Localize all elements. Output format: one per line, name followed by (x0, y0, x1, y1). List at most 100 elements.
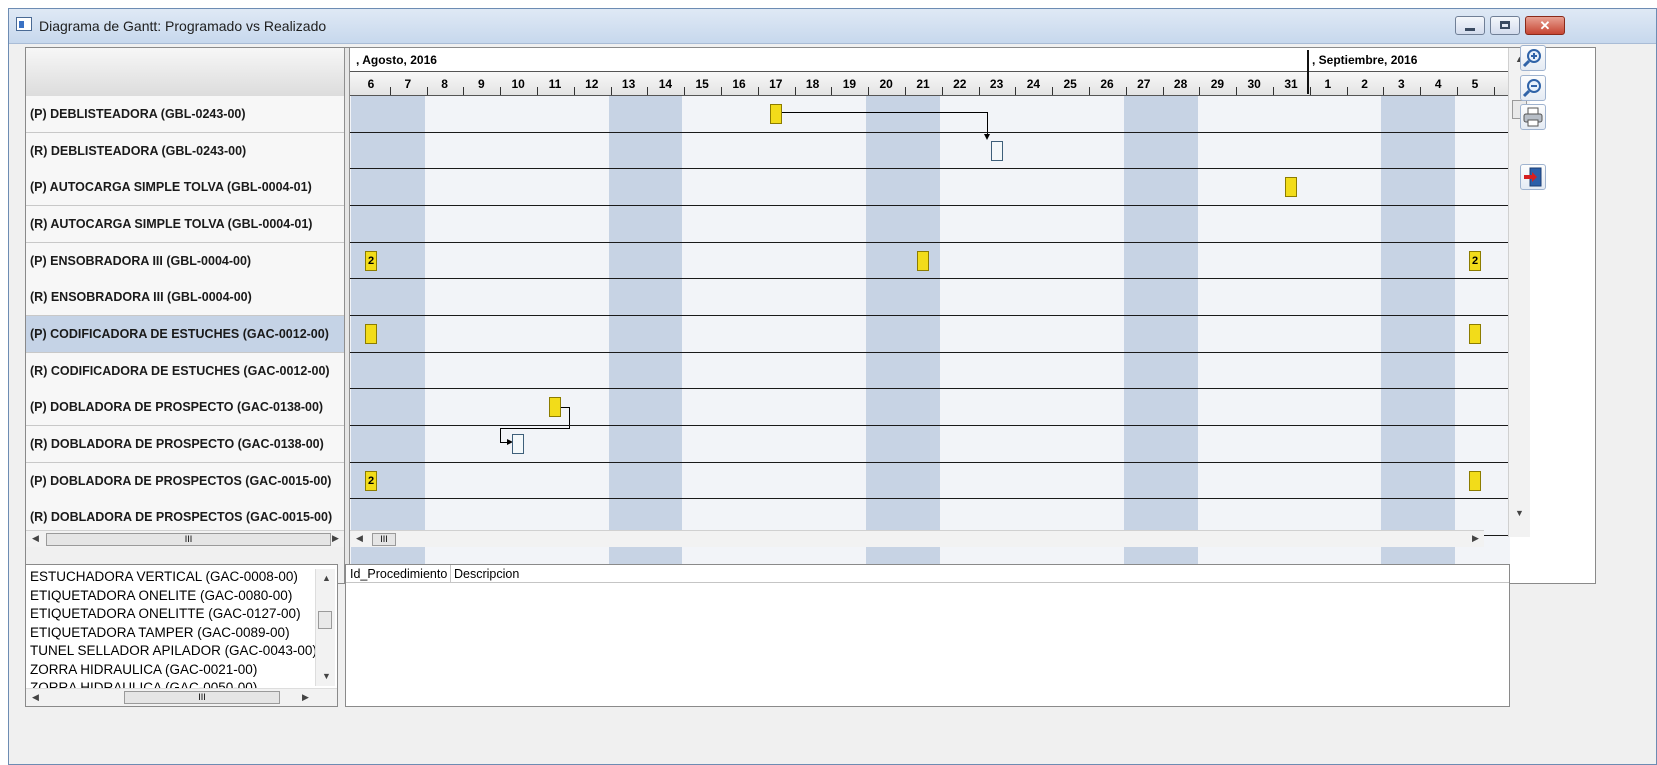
day-label: 26 (1100, 77, 1114, 91)
planned-task-bar[interactable] (1285, 177, 1297, 197)
equipment-list-item[interactable]: TUNEL SELLADOR APILADOR (GAC-0043-00) (30, 643, 317, 658)
procedures-header: Id_Procedimiento Descripcion (346, 565, 1509, 583)
minimize-button[interactable] (1455, 16, 1485, 35)
labels-horizontal-scrollbar[interactable]: ◀ III ▶ (26, 530, 344, 547)
zoom-in-button[interactable] (1520, 45, 1546, 71)
dependency-line (987, 112, 988, 134)
day-label: 29 (1210, 77, 1225, 91)
zoom-out-icon (1522, 79, 1541, 98)
weekend-column (645, 96, 682, 583)
day-label: 9 (478, 77, 485, 91)
day-label: 27 (1137, 77, 1151, 91)
day-label: 17 (769, 77, 783, 91)
exit-button[interactable] (1520, 164, 1546, 190)
planned-task-bar[interactable] (365, 324, 377, 344)
equipment-list-item[interactable]: ZORRA HIDRAULICA (GAC-0021-00) (30, 662, 257, 677)
day-label: 1 (1324, 77, 1332, 91)
weekend-column (1161, 96, 1198, 583)
row-separator (350, 168, 1510, 169)
scroll-down-icon[interactable]: ▼ (322, 671, 331, 681)
gantt-row-label[interactable]: (R) DEBLISTEADORA (GBL-0243-00) (26, 132, 344, 170)
title-bar[interactable]: Diagrama de Gantt: Programado vs Realiza… (9, 9, 1656, 44)
day-label: 23 (989, 77, 1004, 91)
day-label: 11 (548, 77, 562, 91)
row-labels-header (26, 48, 344, 97)
zoom-out-button[interactable] (1520, 75, 1546, 101)
gantt-row-label[interactable]: (P) DOBLADORA DE PROSPECTOS (GAC-0015-00… (26, 462, 344, 500)
row-separator (350, 498, 1510, 499)
minimize-icon (1465, 28, 1475, 31)
scroll-up-icon[interactable]: ▲ (322, 573, 331, 583)
planned-task-bar[interactable]: 2 (365, 471, 377, 491)
column-header-descripcion[interactable]: Descripcion (454, 567, 519, 581)
gantt-row-label[interactable]: (P) CODIFICADORA DE ESTUCHES (GAC-0012-0… (26, 316, 344, 354)
day-label: 25 (1063, 77, 1077, 91)
day-label: 30 (1247, 77, 1261, 91)
day-label: 14 (658, 77, 673, 91)
gantt-row-label[interactable]: (P) AUTOCARGA SIMPLE TOLVA (GBL-0004-01) (26, 169, 344, 207)
day-label: 8 (441, 77, 448, 91)
restore-button[interactable] (1490, 16, 1520, 35)
equipment-list[interactable]: ESTUCHADORA VERTICAL (GAC-0008-00) ETIQUE… (25, 564, 338, 707)
scroll-right-icon[interactable]: ▶ (332, 533, 339, 544)
equipment-h-scroll-thumb[interactable]: III (124, 691, 280, 704)
equipment-list-item[interactable]: ETIQUETADORA ONELITE (GAC-0080-00) (30, 588, 292, 603)
chart-scroll-thumb[interactable]: III (372, 533, 396, 546)
day-label: 12 (585, 77, 599, 91)
day-label: 16 (732, 77, 746, 91)
planned-task-bar[interactable] (1469, 471, 1481, 491)
print-button[interactable] (1520, 104, 1546, 130)
day-header: 6 7 8 9 10 11 12 13 14 15 16 17 18 19 20 21 22 23 24 25 26 27… (350, 72, 1510, 96)
realized-task-bar[interactable] (991, 141, 1003, 161)
procedures-grid[interactable]: Id_Procedimiento Descripcion (345, 564, 1510, 707)
gantt-chart[interactable]: , Agosto, 2016 , Septiembre, 2016 6 7 8 9 10… (350, 48, 1595, 583)
equipment-vertical-scrollbar[interactable]: ▲ ▼ (315, 569, 335, 686)
row-separator (350, 388, 1510, 389)
scroll-down-icon[interactable]: ▼ (1515, 508, 1524, 518)
scroll-left-icon[interactable]: ◀ (32, 533, 39, 544)
weekend-column (1381, 96, 1418, 583)
gantt-row-label[interactable]: (P) ENSOBRADORA III (GBL-0004-00) (26, 242, 344, 280)
row-separator (350, 278, 1510, 279)
column-header-id-procedimiento[interactable]: Id_Procedimiento (350, 567, 447, 581)
labels-scroll-thumb[interactable]: III (46, 533, 331, 546)
scroll-left-icon[interactable]: ◀ (356, 533, 363, 544)
gantt-row-label[interactable]: (P) DEBLISTEADORA (GBL-0243-00) (26, 96, 344, 133)
equipment-horizontal-scrollbar[interactable]: ◀ III ▶ (26, 688, 337, 706)
day-label: 4 (1434, 77, 1442, 91)
gantt-grid[interactable]: 2 2 2 (350, 96, 1510, 583)
weekend-column (1418, 96, 1455, 583)
planned-task-bar[interactable] (770, 104, 782, 124)
scroll-left-icon[interactable]: ◀ (32, 692, 39, 703)
gantt-row-label[interactable]: (P) DOBLADORA DE PROSPECTO (GAC-0138-00) (26, 389, 344, 427)
day-label: 2 (1361, 77, 1368, 91)
realized-task-bar[interactable] (512, 434, 524, 454)
equipment-list-item[interactable]: ETIQUETADORA TAMPER (GAC-0089-00) (30, 625, 290, 640)
equipment-list-item[interactable]: ESTUCHADORA VERTICAL (GAC-0008-00) (30, 569, 298, 584)
gantt-row-label[interactable]: (R) DOBLADORA DE PROSPECTO (GAC-0138-00) (26, 426, 344, 464)
day-label: 19 (842, 77, 857, 91)
gantt-row-label[interactable]: (R) CODIFICADORA DE ESTUCHES (GAC-0012-0… (26, 352, 344, 390)
scroll-right-icon[interactable]: ▶ (1472, 533, 1479, 544)
gantt-row-label[interactable]: (R) AUTOCARGA SIMPLE TOLVA (GBL-0004-01) (26, 206, 344, 243)
planned-task-bar[interactable] (549, 397, 561, 417)
close-button[interactable]: ✕ (1525, 16, 1565, 35)
equipment-scroll-thumb[interactable] (318, 611, 332, 629)
gantt-row-label[interactable]: (R) ENSOBRADORA III (GBL-0004-00) (26, 279, 344, 317)
day-label: 10 (511, 77, 525, 91)
chart-horizontal-scrollbar[interactable]: ◀ III ▶ (350, 530, 1484, 547)
equipment-list-item[interactable]: ETIQUETADORA ONELITTE (GAC-0127-00) (30, 606, 301, 621)
month-label-september: , Septiembre, 2016 (1312, 53, 1418, 67)
exit-icon (1524, 167, 1542, 187)
scroll-right-icon[interactable]: ▶ (302, 692, 309, 703)
planned-task-bar[interactable]: 2 (365, 251, 377, 271)
row-separator (350, 242, 1510, 243)
row-separator (350, 205, 1510, 206)
dependency-line (780, 112, 988, 113)
column-divider[interactable] (450, 565, 451, 582)
weekend-column (866, 96, 903, 583)
planned-task-bar[interactable] (917, 251, 929, 271)
planned-task-bar[interactable]: 2 (1469, 251, 1481, 271)
row-labels-column: (P) DEBLISTEADORA (GBL-0243-00) (R) DEBLI… (26, 48, 344, 583)
planned-task-bar[interactable] (1469, 324, 1481, 344)
